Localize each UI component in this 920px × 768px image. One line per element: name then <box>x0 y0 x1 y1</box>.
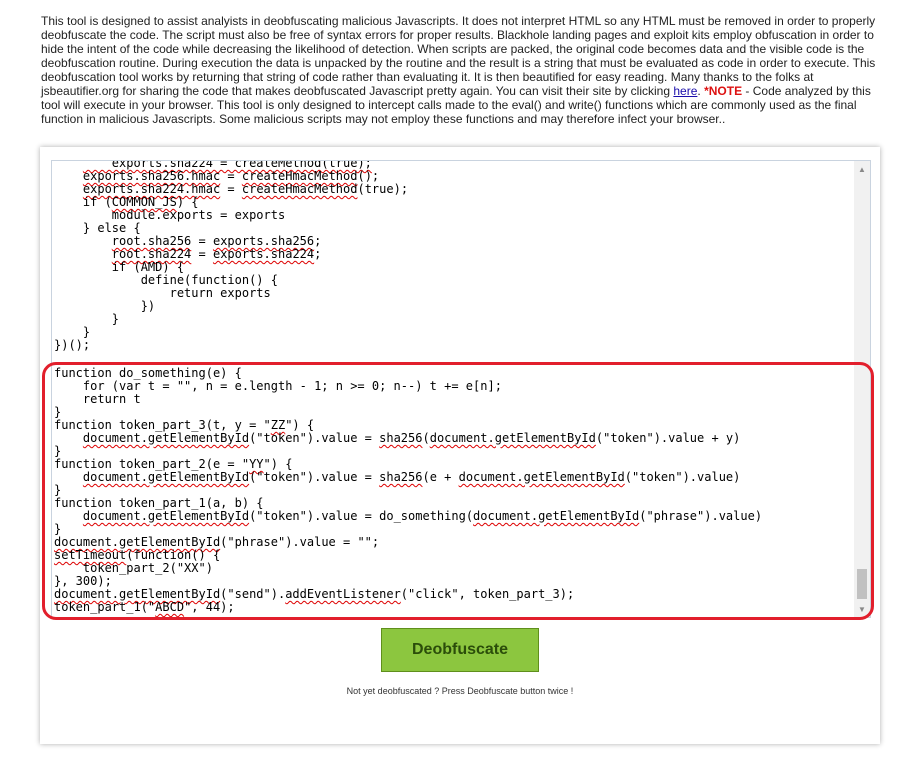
code-line: function token_part_3(t, y = "ZZ") { <box>54 418 315 432</box>
code-line: function do_something(e) { <box>54 366 242 380</box>
editor-scrollbar[interactable]: ▲ ▼ <box>854 161 870 617</box>
code-block-bottom: function do_something(e) { for (var t = … <box>54 367 762 614</box>
code-line: root.sha224 = exports.sha224; <box>111 247 322 261</box>
deobfuscate-button[interactable]: Deobfuscate <box>381 628 539 672</box>
code-line: } <box>54 325 91 339</box>
code-line: } <box>54 405 62 419</box>
code-line: }) <box>54 299 156 313</box>
scroll-up-arrow-icon[interactable]: ▲ <box>854 161 870 177</box>
code-line: } <box>54 483 62 497</box>
code-line: module.exports = exports <box>54 208 286 222</box>
status-message: Not yet deobfuscated ? Press Deobfuscate… <box>346 686 574 696</box>
code-line: for (var t = "", n = e.length - 1; n >= … <box>54 379 502 393</box>
code-line: document.getElementById("token").value =… <box>82 431 741 445</box>
note-label: *NOTE <box>704 84 743 98</box>
code-line: exports.sha224.hmac = createHmacMethod(t… <box>82 182 409 196</box>
code-line: return exports <box>54 286 271 300</box>
code-block-top: exports.sha224 = createMethod(true); exp… <box>54 161 409 352</box>
intro-paragraph: This tool is designed to assist analyist… <box>41 14 879 126</box>
code-line: exports.sha256.hmac = createHmacMethod()… <box>82 169 380 183</box>
code-line: document.getElementById("send").addEvent… <box>54 587 575 601</box>
code-line: setTimeout(function() { <box>54 548 221 562</box>
code-line: token_part_2("XX") <box>54 561 213 575</box>
code-line: } <box>54 312 120 326</box>
code-line: }, 300); <box>54 574 112 588</box>
code-line: document.getElementById("phrase").value … <box>54 535 380 549</box>
code-line: root.sha256 = exports.sha256; <box>111 234 322 248</box>
code-line: function token_part_1(a, b) { <box>54 496 264 510</box>
code-line: } <box>54 522 62 536</box>
code-line: document.getElementById("token").value =… <box>82 509 763 523</box>
code-line: function token_part_2(e = "YY") { <box>54 457 293 471</box>
code-line: if (AMD) { <box>54 260 185 274</box>
code-line: document.getElementById("token").value =… <box>82 470 741 484</box>
code-line: } <box>54 444 62 458</box>
jsbeautifier-link[interactable]: here <box>673 84 697 98</box>
code-line: } else { <box>54 221 141 235</box>
code-textarea[interactable]: exports.sha224 = createMethod(true); exp… <box>51 160 871 618</box>
code-line: return t <box>54 392 141 406</box>
scroll-down-arrow-icon[interactable]: ▼ <box>854 601 870 617</box>
code-line: token_part_1("ABCD", 44); <box>54 600 235 614</box>
code-line: if (COMMON_JS) { <box>54 195 199 209</box>
code-line: define(function() { <box>54 273 278 287</box>
scrollbar-thumb[interactable] <box>857 569 867 599</box>
code-line: })(); <box>54 338 91 352</box>
